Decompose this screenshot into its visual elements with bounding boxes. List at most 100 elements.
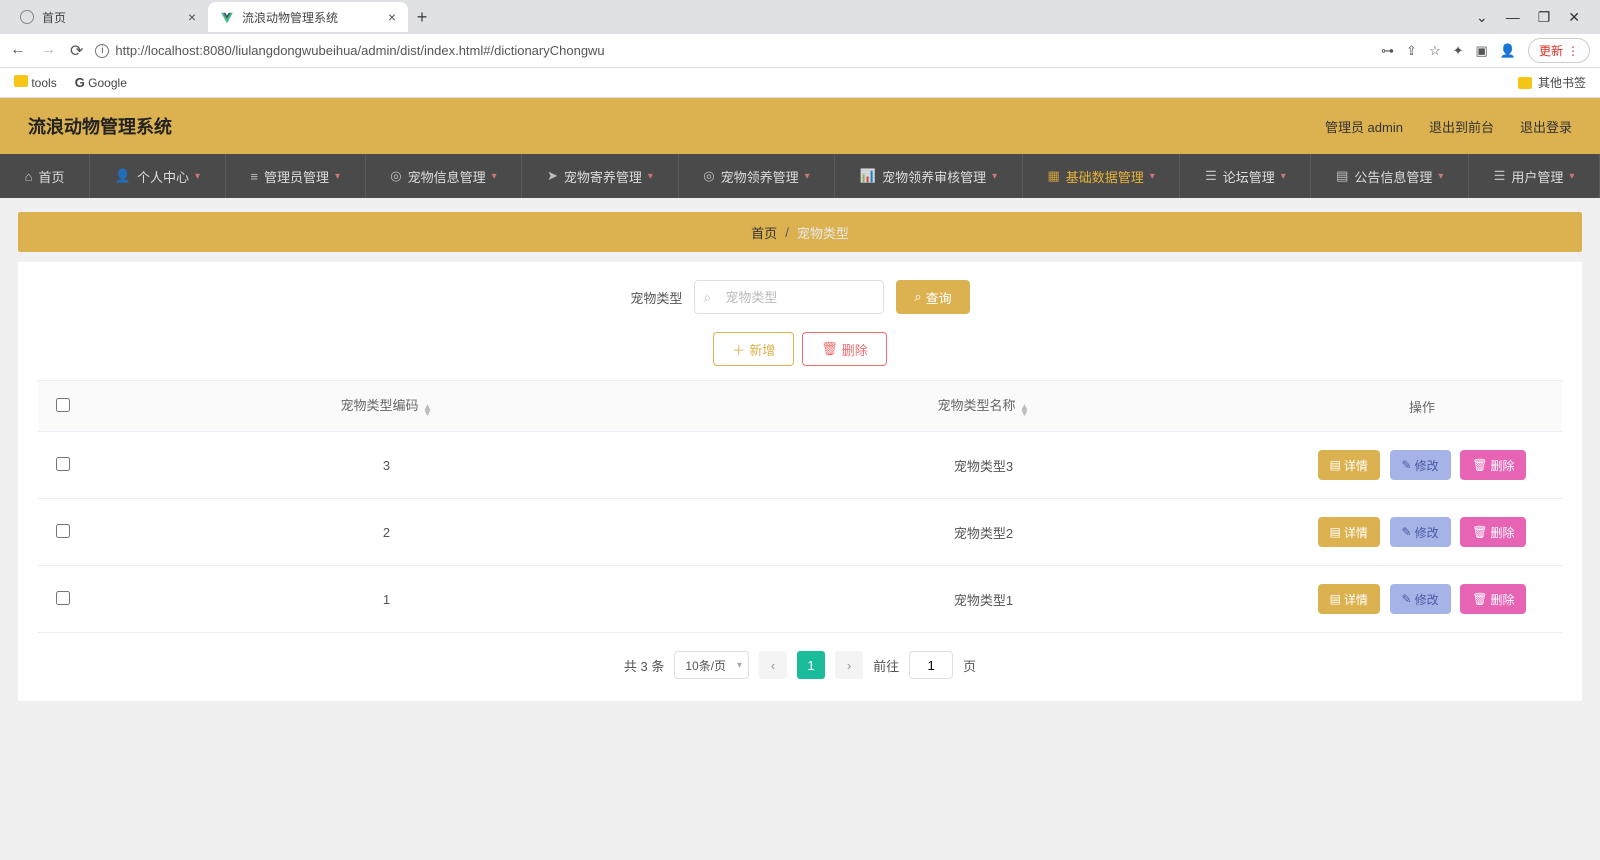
nav-item-bars[interactable]: ☰论坛管理▾ bbox=[1180, 154, 1311, 198]
next-page-button[interactable]: › bbox=[835, 651, 863, 679]
col-name[interactable]: 宠物类型名称▲▼ bbox=[685, 381, 1282, 432]
nav-label: 公告信息管理 bbox=[1354, 167, 1432, 186]
bookmark-item[interactable]: G Google bbox=[75, 75, 127, 90]
magnify-icon: ⌕ bbox=[914, 289, 921, 305]
add-button[interactable]: ＋ 新增 bbox=[713, 332, 794, 366]
trash-icon: 🗑 bbox=[1472, 525, 1487, 539]
nav-item-home[interactable]: ⌂ 首页 bbox=[0, 154, 90, 198]
send-icon: ➤ bbox=[547, 168, 558, 184]
edit-button[interactable]: ✎修改 bbox=[1390, 584, 1451, 614]
col-code[interactable]: 宠物类型编码▲▼ bbox=[88, 381, 685, 432]
page-number-button[interactable]: 1 bbox=[797, 651, 825, 679]
folder-icon bbox=[14, 75, 28, 87]
col-ops: 操作 bbox=[1282, 381, 1562, 432]
total-text: 共 3 条 bbox=[624, 656, 664, 675]
panel-icon[interactable]: ▣ bbox=[1476, 43, 1488, 59]
vue-icon bbox=[220, 10, 234, 24]
nav-label: 论坛管理 bbox=[1223, 167, 1275, 186]
data-table: 宠物类型编码▲▼ 宠物类型名称▲▼ 操作 3 宠物类型3 ▤详情 ✎修改 🗑删除… bbox=[38, 380, 1562, 633]
goto-page-input[interactable] bbox=[909, 651, 953, 679]
prev-page-button[interactable]: ‹ bbox=[759, 651, 787, 679]
dropdown-icon[interactable]: ⌄ bbox=[1476, 9, 1488, 26]
tab-title: 首页 bbox=[42, 9, 66, 26]
nav-item-list[interactable]: ≡管理员管理▾ bbox=[226, 154, 366, 198]
bookmark-bar: tools G Google 其他书签 bbox=[0, 68, 1600, 98]
delete-row-button[interactable]: 🗑删除 bbox=[1460, 584, 1526, 614]
reload-icon[interactable]: ⟳ bbox=[70, 41, 83, 61]
sort-icon: ▲▼ bbox=[423, 405, 433, 417]
star-icon[interactable]: ☆ bbox=[1429, 43, 1441, 59]
new-tab-button[interactable]: + bbox=[408, 7, 436, 28]
row-checkbox[interactable] bbox=[56, 457, 70, 471]
doc-icon: ▤ bbox=[1330, 525, 1341, 539]
nav-item-send[interactable]: ➤宠物寄养管理▾ bbox=[522, 154, 678, 198]
nav-item-target[interactable]: ◎宠物信息管理▾ bbox=[366, 154, 523, 198]
browser-chrome: 首页 × 流浪动物管理系统 × + ⌄ — ❐ ✕ ← → ⟳ i http:/… bbox=[0, 0, 1600, 98]
search-row: 宠物类型 ⌕ ⌕ 查询 bbox=[18, 280, 1582, 314]
browser-tab[interactable]: 首页 × bbox=[8, 2, 208, 32]
detail-button[interactable]: ▤详情 bbox=[1318, 517, 1380, 547]
user-role-label[interactable]: 管理员 admin bbox=[1325, 117, 1403, 136]
delete-row-button[interactable]: 🗑删除 bbox=[1460, 517, 1526, 547]
bookmark-item[interactable]: tools bbox=[14, 75, 57, 90]
nav-item-cal[interactable]: ▤公告信息管理▾ bbox=[1311, 154, 1469, 198]
url-field[interactable]: i http://localhost:8080/liulangdongwubei… bbox=[95, 43, 1369, 58]
doc-icon: ▤ bbox=[1330, 458, 1341, 472]
nav-item-target[interactable]: ◎宠物领养管理▾ bbox=[679, 154, 836, 198]
update-button[interactable]: 更新 ⋮ bbox=[1528, 38, 1590, 63]
extensions-icon[interactable]: ✦ bbox=[1453, 43, 1464, 59]
nav-label: 首页 bbox=[39, 167, 65, 186]
bars-icon: ☰ bbox=[1205, 168, 1217, 184]
target-icon: ◎ bbox=[390, 168, 401, 184]
search-button[interactable]: ⌕ 查询 bbox=[896, 280, 969, 314]
close-window-icon[interactable]: ✕ bbox=[1568, 9, 1580, 26]
nav-item-user[interactable]: 👤个人中心▾ bbox=[90, 154, 226, 198]
chevron-down-icon: ▾ bbox=[1150, 171, 1155, 182]
nav-item-grid[interactable]: ▦基础数据管理▾ bbox=[1023, 154, 1181, 198]
breadcrumb-sep: / bbox=[785, 225, 789, 240]
chevron-down-icon: ▾ bbox=[805, 171, 810, 182]
delete-row-button[interactable]: 🗑删除 bbox=[1460, 450, 1526, 480]
search-input[interactable] bbox=[694, 280, 884, 314]
back-icon[interactable]: ← bbox=[10, 41, 26, 61]
row-checkbox[interactable] bbox=[56, 524, 70, 538]
edit-button[interactable]: ✎修改 bbox=[1390, 517, 1451, 547]
exit-front-link[interactable]: 退出到前台 bbox=[1429, 117, 1494, 136]
action-row: ＋ 新增 🗑 删除 bbox=[18, 332, 1582, 366]
add-label: 新增 bbox=[749, 340, 775, 359]
globe-icon bbox=[20, 10, 34, 24]
chevron-down-icon: ▾ bbox=[1569, 171, 1574, 182]
users-icon: ☰ bbox=[1494, 168, 1506, 184]
edit-button[interactable]: ✎修改 bbox=[1390, 450, 1451, 480]
cell-name: 宠物类型1 bbox=[685, 566, 1282, 633]
maximize-icon[interactable]: ❐ bbox=[1538, 9, 1551, 26]
sort-icon: ▲▼ bbox=[1020, 405, 1030, 417]
minimize-icon[interactable]: — bbox=[1506, 9, 1520, 26]
site-info-icon[interactable]: i bbox=[95, 44, 109, 58]
select-all-checkbox[interactable] bbox=[56, 398, 70, 412]
close-icon[interactable]: × bbox=[188, 9, 196, 25]
chevron-down-icon: ▾ bbox=[992, 171, 997, 182]
bookmark-other[interactable]: 其他书签 bbox=[1538, 74, 1586, 91]
google-icon: G bbox=[75, 75, 85, 90]
home-icon: ⌂ bbox=[25, 169, 33, 184]
logout-link[interactable]: 退出登录 bbox=[1520, 117, 1572, 136]
chevron-down-icon: ▾ bbox=[335, 171, 340, 182]
nav-label: 管理员管理 bbox=[264, 167, 329, 186]
nav-label: 宠物领养管理 bbox=[721, 167, 799, 186]
key-icon[interactable]: ⊶ bbox=[1381, 43, 1394, 59]
delete-button[interactable]: 🗑 删除 bbox=[802, 332, 887, 366]
detail-button[interactable]: ▤详情 bbox=[1318, 584, 1380, 614]
page-size-select[interactable]: 10条/页 bbox=[674, 651, 749, 679]
breadcrumb-home[interactable]: 首页 bbox=[751, 223, 777, 242]
share-icon[interactable]: ⇪ bbox=[1406, 43, 1417, 59]
detail-button[interactable]: ▤详情 bbox=[1318, 450, 1380, 480]
row-checkbox[interactable] bbox=[56, 591, 70, 605]
nav-item-users[interactable]: ☰用户管理▾ bbox=[1469, 154, 1600, 198]
browser-tab-active[interactable]: 流浪动物管理系统 × bbox=[208, 2, 408, 32]
nav-item-chart[interactable]: 📊宠物领养审核管理▾ bbox=[835, 154, 1023, 198]
profile-icon[interactable]: 👤 bbox=[1500, 43, 1516, 59]
nav-label: 基础数据管理 bbox=[1066, 167, 1144, 186]
close-icon[interactable]: × bbox=[388, 9, 396, 25]
forward-icon[interactable]: → bbox=[40, 41, 56, 61]
